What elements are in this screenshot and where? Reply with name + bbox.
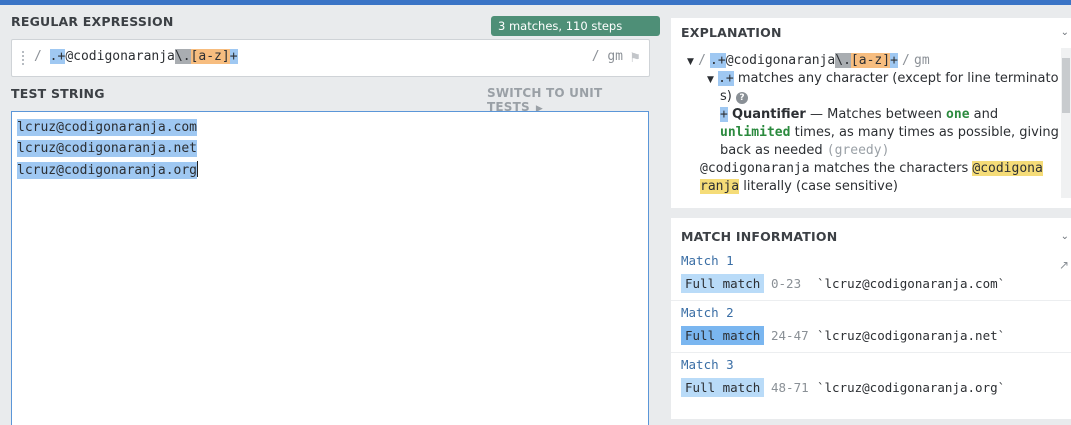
regex-delimiter-close: / [591, 49, 600, 64]
drag-handle-icon[interactable] [22, 51, 27, 65]
regex-expression[interactable]: / .+@codigonaranja\.[a-z]+ [34, 49, 238, 64]
match-value: `lcruz@codigonaranja.net` [817, 328, 1006, 343]
match-range: 0-23 [771, 276, 802, 291]
switch-label: SWITCH TO UNIT TESTS [487, 86, 603, 114]
match-range: 24-47 [771, 328, 809, 343]
explanation-title: EXPLANATION [681, 25, 782, 40]
text-cursor [197, 161, 199, 177]
explanation-quantifier: + Quantifier — Matches between one and [720, 107, 999, 122]
match-status-badge: 3 matches, 110 steps (~1ms) [491, 16, 660, 53]
switch-to-unit-tests-button[interactable]: SWITCH TO UNIT TESTS ▶ [487, 86, 660, 114]
sidebar: EXPLANATION ⌄ ▼ / .+@codigonaranja\.[a-z… [671, 18, 1071, 419]
regex-section-label: REGULAR EXPRESSION [11, 14, 174, 29]
regex-input[interactable]: / .+@codigonaranja\.[a-z]+ / gm ⚑ [11, 39, 650, 77]
regex-token-escape: \. [174, 49, 191, 64]
explanation-root[interactable]: ▼ / .+@codigonaranja\.[a-z]+ / gm [687, 52, 930, 71]
divider [671, 352, 1071, 353]
regex-token-quantifier: + [229, 49, 238, 64]
regex-flags[interactable]: / gm [592, 49, 623, 64]
explanation-literal-cont: ranja literally (case sensitive) [700, 179, 898, 194]
explanation-scrollbar-thumb[interactable] [1062, 58, 1070, 113]
match-info-title: MATCH INFORMATION [681, 229, 838, 244]
regex-flags-value: gm [607, 49, 623, 64]
match-value: `lcruz@codigonaranja.com` [817, 276, 1006, 291]
match-range: 48-71 [771, 380, 809, 395]
explanation-quantifier-cont: unlimited times, as many times as possib… [720, 125, 1059, 140]
share-icon[interactable]: ↗ [1059, 258, 1069, 272]
match-label: Match 1 [681, 253, 734, 268]
match-label: Match 3 [681, 357, 734, 372]
editor-pane: REGULAR EXPRESSION 3 matches, 110 steps … [0, 5, 660, 425]
divider [671, 300, 1071, 301]
explanation-literal: @codigonaranja matches the characters @c… [700, 161, 1043, 176]
explanation-any-node[interactable]: ▼ .+ matches any character (except for l… [707, 70, 1059, 89]
regex-token-any: .+ [49, 49, 66, 64]
regex-delimiter-open: / [34, 49, 42, 64]
full-match-badge: Full match [681, 274, 765, 293]
caret-down-icon[interactable]: ▼ [687, 57, 694, 67]
full-match-badge: Full match [681, 326, 765, 345]
match-value: `lcruz@codigonaranja.org` [817, 380, 1006, 395]
explanation-panel: EXPLANATION ⌄ ▼ / .+@codigonaranja\.[a-z… [671, 18, 1071, 208]
full-match-badge: Full match [681, 378, 765, 397]
test-line: lcruz@codigonaranja.com [17, 119, 198, 136]
match-label: Match 2 [681, 305, 734, 320]
regex-token-class: [a-z] [190, 49, 230, 64]
test-string-input[interactable]: lcruz@codigonaranja.com lcruz@codigonara… [11, 111, 649, 425]
test-line: lcruz@codigonaranja.org [17, 161, 199, 179]
chevron-down-icon[interactable]: ⌄ [1061, 27, 1069, 38]
help-icon[interactable]: ? [736, 92, 748, 104]
regex-token-literal: @codigonaranja [65, 49, 175, 64]
test-string-label: TEST STRING [11, 86, 105, 101]
explanation-any-desc-cont: s) ? [720, 88, 748, 106]
test-line: lcruz@codigonaranja.net [17, 140, 198, 157]
caret-down-icon[interactable]: ▼ [707, 75, 714, 85]
explanation-tree: ▼ / .+@codigonaranja\.[a-z]+ / gm ▼ .+ m… [671, 48, 1059, 198]
match-info-panel: MATCH INFORMATION ⌄ Match 1 ↗ Full match… [671, 218, 1071, 419]
explanation-quantifier-cont2: back as needed (greedy) [720, 143, 890, 158]
chevron-down-icon[interactable]: ⌄ [1061, 231, 1069, 242]
flag-icon[interactable]: ⚑ [629, 51, 641, 66]
